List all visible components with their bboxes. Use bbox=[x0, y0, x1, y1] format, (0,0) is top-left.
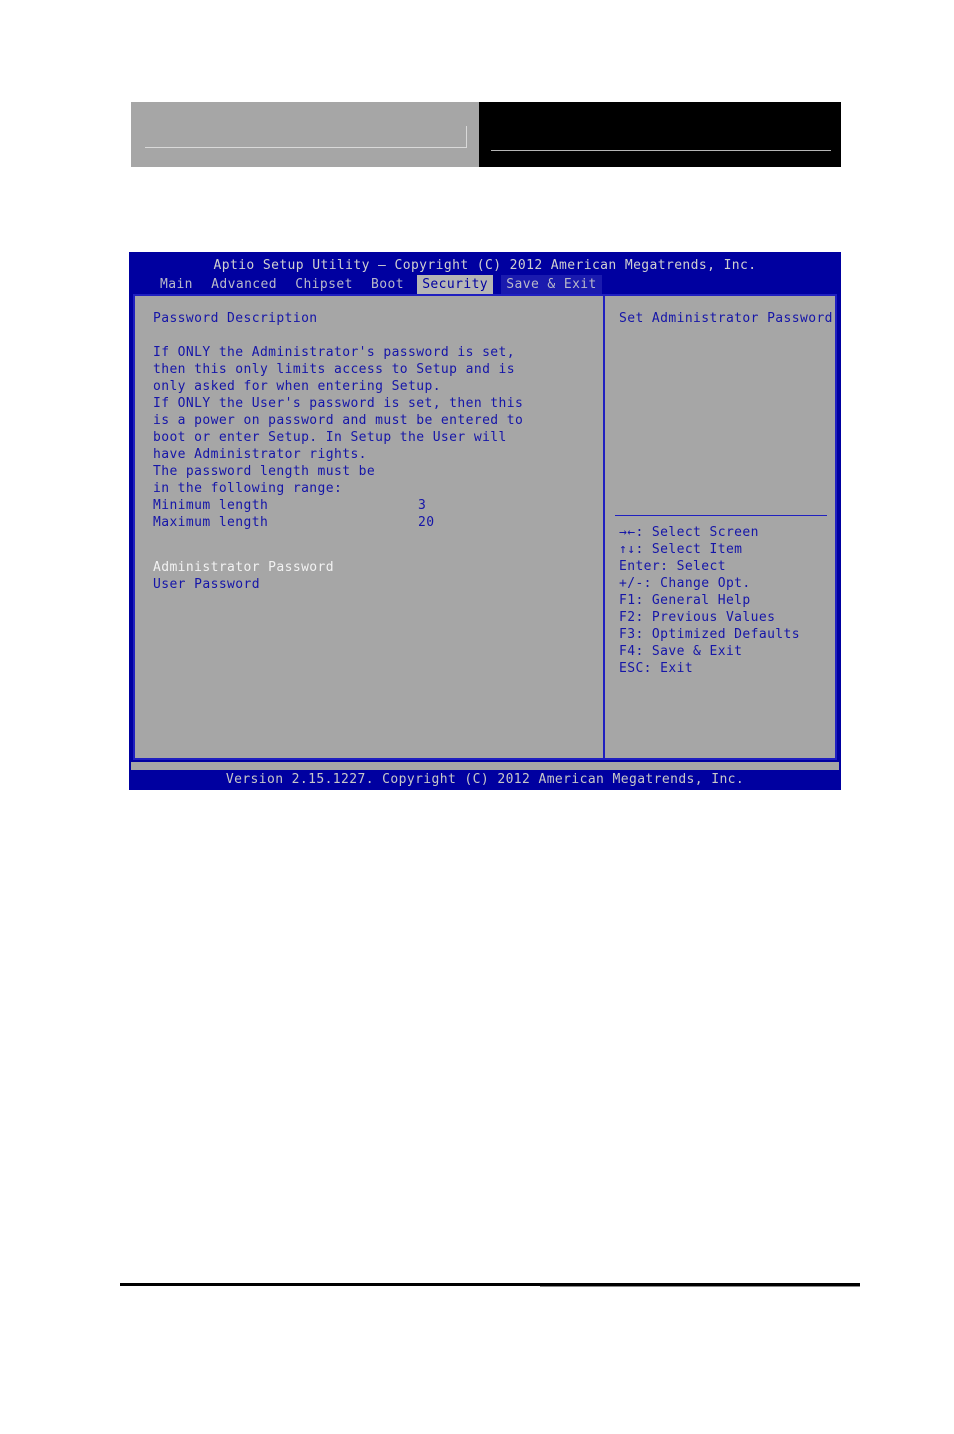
maximum-length-value: 20 bbox=[418, 515, 435, 530]
menu-item-user-password[interactable]: User Password bbox=[153, 576, 334, 593]
description-line-8: The password length must be bbox=[153, 464, 376, 479]
footer-gap bbox=[131, 762, 839, 770]
tab-advanced[interactable]: Advanced bbox=[206, 275, 282, 294]
key-f2-previous-values: F2: Previous Values bbox=[619, 610, 776, 625]
maximum-length-label: Maximum length bbox=[153, 515, 269, 530]
tab-boot[interactable]: Boot bbox=[366, 275, 409, 294]
header-gray-block bbox=[131, 102, 479, 167]
description-line-5: is a power on password and must be enter… bbox=[153, 413, 524, 428]
header-gray-vertical-rule bbox=[466, 126, 467, 148]
tab-security[interactable]: Security bbox=[417, 275, 494, 294]
password-description-heading: Password Description bbox=[153, 311, 318, 326]
description-line-6: boot or enter Setup. In Setup the User w… bbox=[153, 430, 507, 445]
bios-setup-screen: Aptio Setup Utility – Copyright (C) 2012… bbox=[129, 252, 841, 790]
key-esc-exit: ESC: Exit bbox=[619, 661, 694, 676]
key-legend: →←: Select Screen ↑↓: Select Item Enter:… bbox=[619, 524, 800, 677]
help-text: Set Administrator Password bbox=[619, 311, 833, 326]
tab-save-and-exit[interactable]: Save & Exit bbox=[501, 275, 602, 294]
key-select-item: ↑↓: Select Item bbox=[619, 542, 743, 557]
page-header-blocks bbox=[131, 102, 841, 167]
minimum-length-label: Minimum length bbox=[153, 498, 269, 513]
help-divider bbox=[615, 515, 827, 516]
description-line-4: If ONLY the User's password is set, then… bbox=[153, 396, 524, 411]
key-change-opt: +/-: Change Opt. bbox=[619, 576, 751, 591]
tab-main[interactable]: Main bbox=[155, 275, 198, 294]
description-line-1: If ONLY the Administrator's password is … bbox=[153, 345, 515, 360]
key-f3-optimized-defaults: F3: Optimized Defaults bbox=[619, 627, 800, 642]
bios-content-area: Password Description If ONLY the Adminis… bbox=[133, 294, 837, 760]
header-gray-underline bbox=[145, 147, 467, 148]
menu-item-administrator-password[interactable]: Administrator Password bbox=[153, 559, 334, 576]
description-line-2: then this only limits access to Setup an… bbox=[153, 362, 515, 377]
description-line-9: in the following range: bbox=[153, 481, 343, 496]
key-select-screen: →←: Select Screen bbox=[619, 525, 759, 540]
page-bottom-rule-thin bbox=[540, 1286, 860, 1287]
header-black-underline bbox=[491, 150, 831, 151]
bios-title: Aptio Setup Utility – Copyright (C) 2012… bbox=[213, 258, 757, 273]
password-menu-items: Administrator Password User Password bbox=[153, 559, 334, 593]
description-line-7: have Administrator rights. bbox=[153, 447, 367, 462]
minimum-length-row: Minimum length 3 bbox=[153, 497, 603, 514]
key-f1-general-help: F1: General Help bbox=[619, 593, 751, 608]
key-f4-save-and-exit: F4: Save & Exit bbox=[619, 644, 743, 659]
minimum-length-value: 3 bbox=[418, 498, 427, 513]
header-black-block bbox=[479, 102, 841, 167]
right-help-pane: Set Administrator Password →←: Select Sc… bbox=[605, 296, 835, 758]
tab-chipset[interactable]: Chipset bbox=[290, 275, 358, 294]
bios-menu-bar[interactable]: Main Advanced Chipset Boot Security Save… bbox=[129, 275, 841, 294]
description-line-3: only asked for when entering Setup. bbox=[153, 379, 441, 394]
left-pane: Password Description If ONLY the Adminis… bbox=[135, 296, 605, 758]
maximum-length-row: Maximum length 20 bbox=[153, 514, 603, 531]
key-enter-select: Enter: Select bbox=[619, 559, 726, 574]
bios-version-footer: Version 2.15.1227. Copyright (C) 2012 Am… bbox=[129, 770, 841, 790]
